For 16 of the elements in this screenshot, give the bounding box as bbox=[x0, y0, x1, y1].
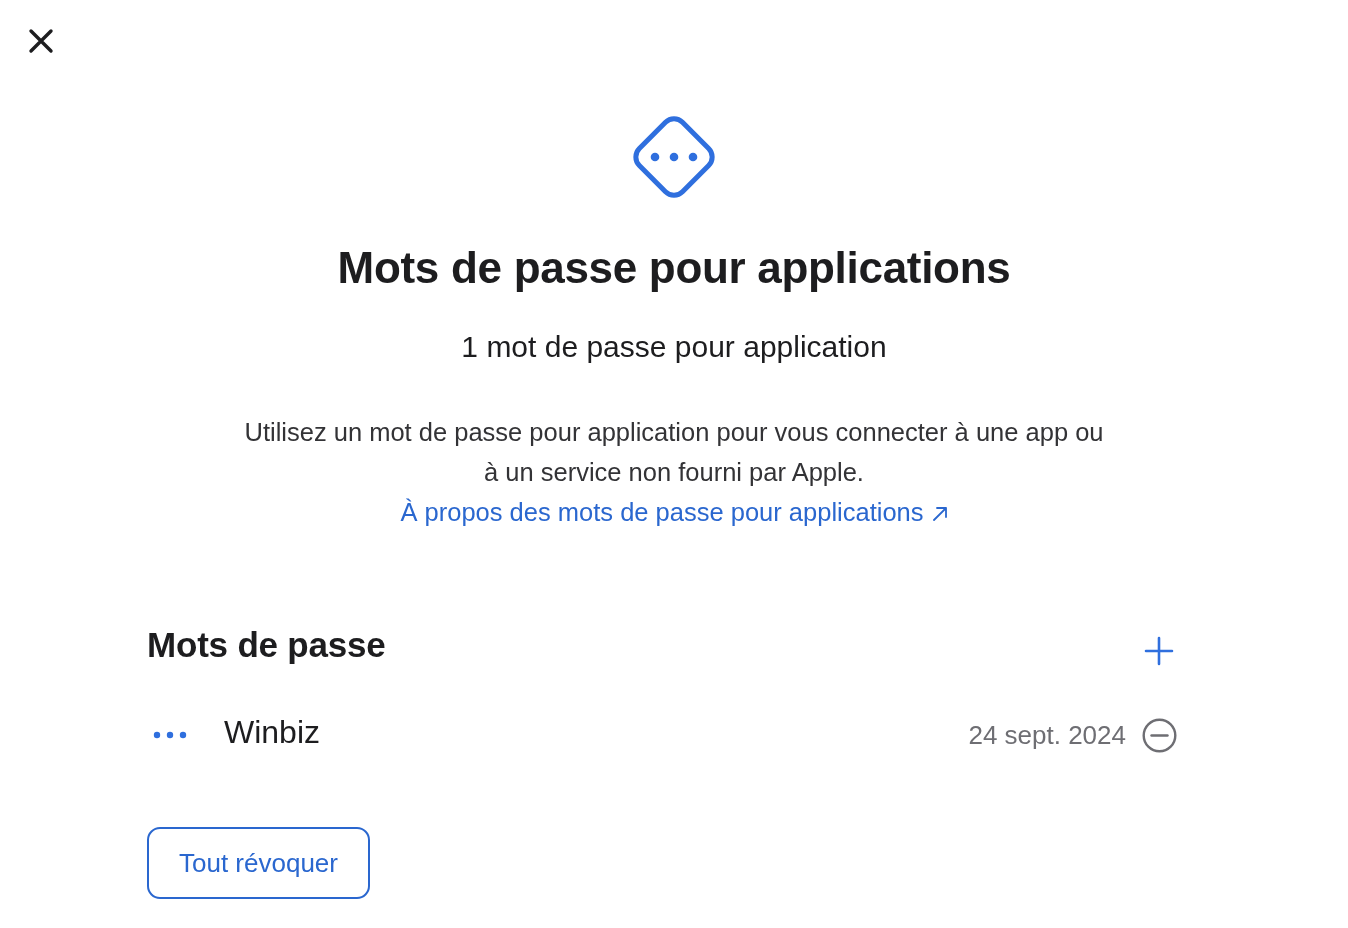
arrow-up-right-icon bbox=[931, 506, 948, 522]
description-text: Utilisez un mot de passe pour application pour vous connecter à une app ou à un service non fourni par Apple. bbox=[243, 417, 1105, 488]
app-name: Winbiz bbox=[224, 713, 320, 752]
password-count: 1 mot de passe pour application bbox=[461, 329, 887, 365]
revoke-all-button[interactable]: Tout révoquer bbox=[147, 827, 370, 899]
add-button[interactable] bbox=[1144, 636, 1174, 666]
revoke-button[interactable] bbox=[1142, 717, 1177, 753]
page-title: Mots de passe pour applications bbox=[337, 242, 1011, 294]
about-link[interactable]: À propos des mots de passe pour applications bbox=[400, 492, 948, 532]
close-button[interactable] bbox=[26, 26, 56, 56]
section-title: Mots de passe bbox=[147, 624, 386, 666]
dots-icon bbox=[153, 731, 187, 739]
plus-icon bbox=[1144, 636, 1174, 666]
created-date: 24 sept. 2024 bbox=[968, 719, 1126, 752]
minus-circle-icon bbox=[1142, 717, 1177, 753]
close-icon bbox=[26, 26, 56, 56]
